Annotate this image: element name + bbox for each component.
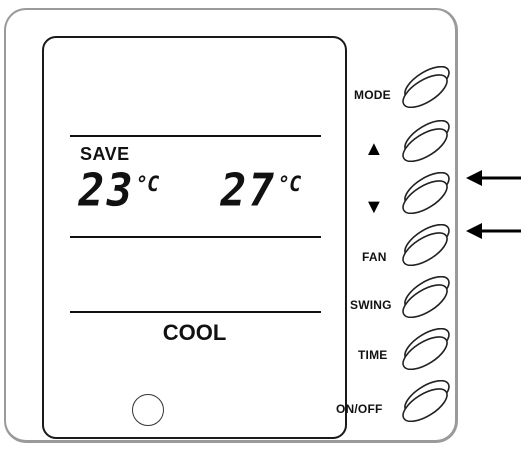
down-arrow-icon: ▼ [364, 196, 384, 218]
set-temperature-value: 23 [73, 164, 139, 218]
fan-button[interactable] [396, 224, 456, 266]
room-temperature: 27°C [215, 165, 304, 218]
arrow-pointer-icon [466, 170, 521, 186]
swing-button-label: SWING [350, 298, 392, 312]
arrow-pointer-icon [466, 223, 521, 239]
room-temperature-unit: °C [274, 171, 304, 197]
up-button[interactable] [396, 120, 456, 162]
sensor-circle [132, 394, 164, 426]
set-temperature: 23°C [73, 165, 162, 218]
screen-divider-top [70, 135, 321, 137]
save-indicator: SAVE [80, 144, 130, 164]
screen-divider-bottom [70, 311, 321, 313]
time-button[interactable] [396, 328, 456, 370]
swing-button[interactable] [396, 276, 456, 318]
fan-button-label: FAN [362, 250, 387, 264]
set-temperature-unit: °C [132, 171, 162, 197]
mode-button-label: MODE [354, 88, 391, 102]
mode-button[interactable] [396, 66, 456, 108]
power-button-label: ON/OFF [336, 402, 383, 416]
time-button-label: TIME [358, 348, 388, 362]
screen-divider-middle [70, 236, 321, 238]
mode-display: COOL [162, 320, 227, 345]
up-arrow-icon: ▲ [364, 138, 384, 160]
room-temperature-value: 27 [215, 164, 281, 218]
down-button[interactable] [396, 172, 456, 214]
power-button[interactable] [396, 380, 456, 422]
